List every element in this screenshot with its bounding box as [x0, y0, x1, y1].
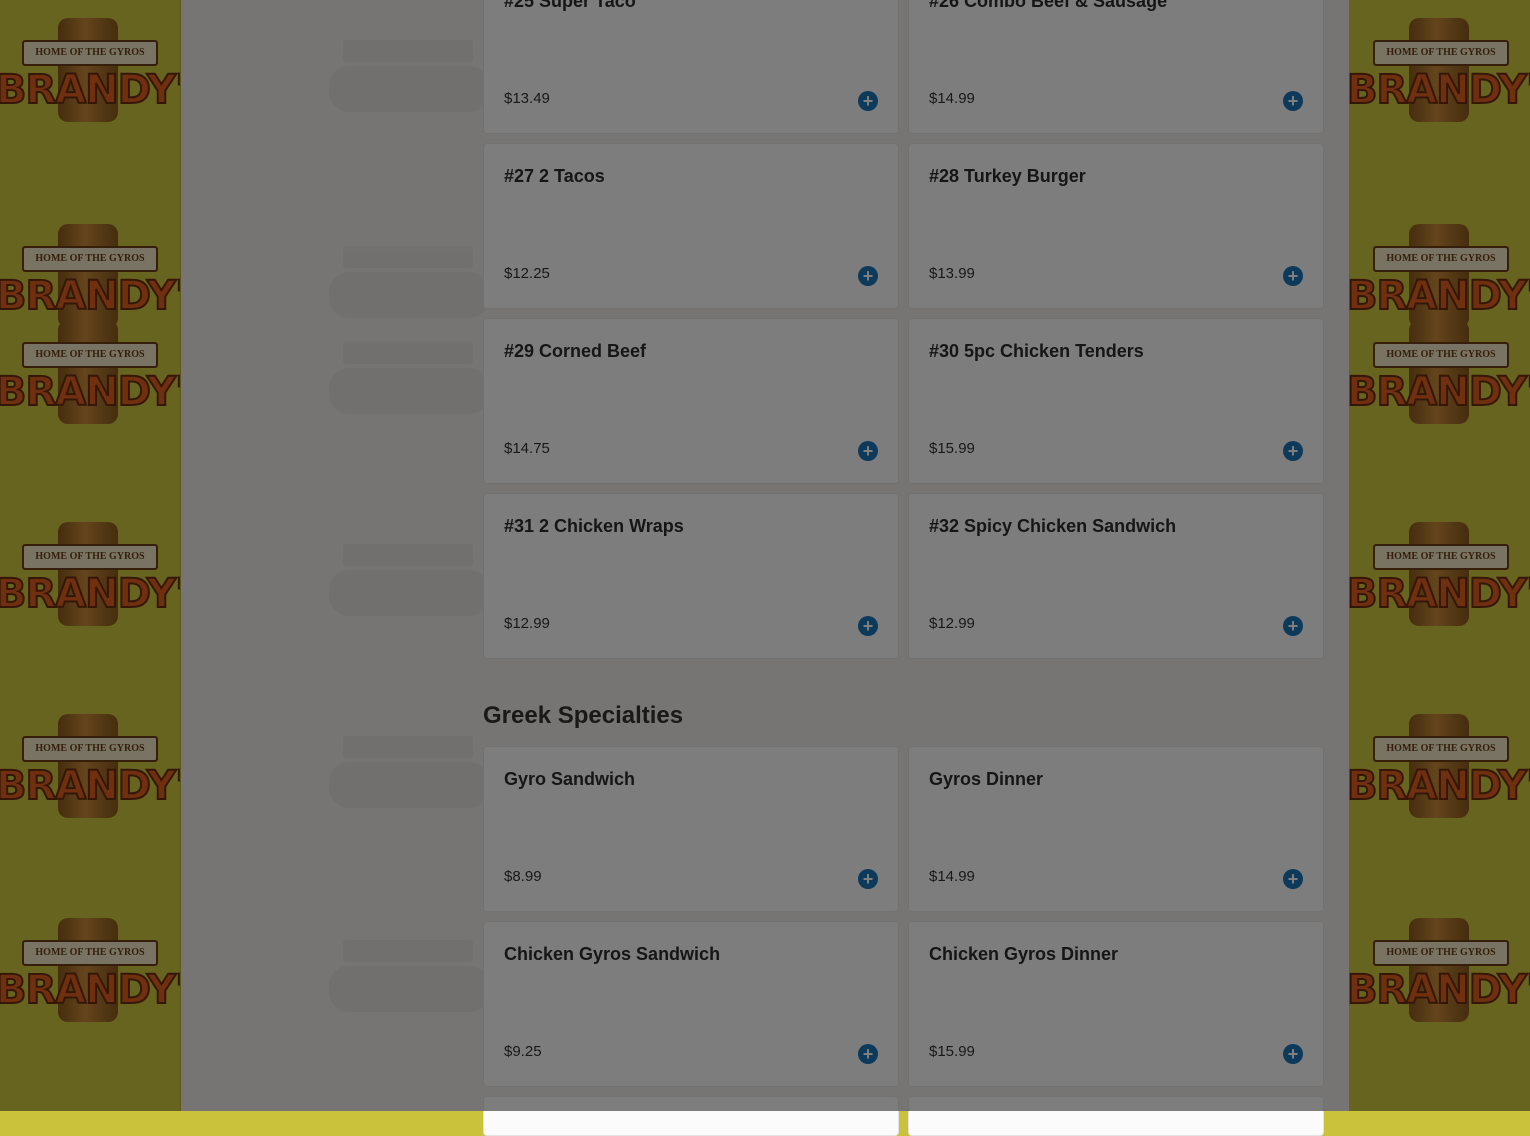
watermark-logo	[329, 716, 489, 826]
logo-banner: HOME OF THE GYROS	[1373, 940, 1509, 966]
menu-item-price: $14.99	[929, 90, 975, 107]
logo-banner: HOME OF THE GYROS	[22, 736, 158, 762]
left-background-pattern: HOME OF THE GYROS BRANDY'S HOME OF THE G…	[0, 0, 181, 1111]
menu-item-card[interactable]	[483, 1096, 899, 1136]
watermark-logo	[329, 322, 489, 432]
logo-wordmark: BRANDY'S	[0, 966, 180, 1014]
menu-item-card[interactable]: #28 Turkey Burger $13.99 +	[908, 143, 1324, 309]
add-item-plus-icon[interactable]: +	[858, 616, 878, 636]
brandys-logo: HOME OF THE GYROS BRANDY'S	[0, 318, 180, 430]
menu-item-price: $12.99	[929, 615, 975, 632]
logo-banner: HOME OF THE GYROS	[22, 544, 158, 570]
logo-banner: HOME OF THE GYROS	[1373, 544, 1509, 570]
brandys-logo: HOME OF THE GYROS BRANDY'S	[0, 16, 180, 128]
logo-wordmark: BRANDY'S	[1348, 272, 1530, 320]
add-item-plus-icon[interactable]: +	[858, 91, 878, 111]
menu-item-price: $12.25	[504, 265, 550, 282]
watermark-logo	[329, 524, 489, 634]
menu-item-price: $15.99	[929, 1043, 975, 1060]
add-item-plus-icon[interactable]: +	[1283, 441, 1303, 461]
logo-wordmark: BRANDY'S	[0, 272, 180, 320]
brandys-logo: HOME OF THE GYROS BRANDY'S	[0, 916, 180, 1028]
menu-item-name: #32 Spicy Chicken Sandwich	[929, 516, 1177, 536]
watermark-logo	[329, 920, 489, 1030]
menu-item-card[interactable]: #29 Corned Beef $14.75 +	[483, 318, 899, 484]
logo-wordmark: BRANDY'S	[1348, 368, 1530, 416]
add-item-plus-icon[interactable]: +	[858, 266, 878, 286]
menu-item-name: #30 5pc Chicken Tenders	[929, 341, 1144, 361]
menu-item-price: $14.75	[504, 440, 550, 457]
menu-item-price: $12.99	[504, 615, 550, 632]
menu-item-card[interactable]	[908, 1096, 1324, 1136]
logo-wordmark: BRANDY'S	[1348, 966, 1530, 1014]
menu-item-card[interactable]: #25 Super Taco $13.49 +	[483, 0, 899, 134]
add-item-plus-icon[interactable]: +	[1283, 266, 1303, 286]
menu-item-name: #27 2 Tacos	[504, 166, 605, 186]
menu-item-name: Gyro Sandwich	[504, 769, 636, 789]
menu-item-card[interactable]: Gyro Sandwich $8.99 +	[483, 746, 899, 912]
menu-item-card[interactable]: #27 2 Tacos $12.25 +	[483, 143, 899, 309]
logo-banner: HOME OF THE GYROS	[1373, 246, 1509, 272]
menu-item-price: $8.99	[504, 868, 542, 885]
logo-wordmark: BRANDY'S	[1348, 570, 1530, 618]
logo-banner: HOME OF THE GYROS	[1373, 40, 1509, 66]
logo-banner: HOME OF THE GYROS	[22, 40, 158, 66]
menu-item-name: #26 Combo Beef & Sausage	[929, 0, 1168, 11]
menu-item-price: $13.99	[929, 265, 975, 282]
menu-item-name: Gyros Dinner	[929, 769, 1044, 789]
right-background-pattern: HOME OF THE GYROS BRANDY'S HOME OF THE G…	[1348, 0, 1530, 1111]
menu-item-price: $14.99	[929, 868, 975, 885]
brandys-logo: HOME OF THE GYROS BRANDY'S	[1348, 318, 1530, 430]
brandys-logo: HOME OF THE GYROS BRANDY'S	[1348, 520, 1530, 632]
logo-banner: HOME OF THE GYROS	[22, 940, 158, 966]
logo-banner: HOME OF THE GYROS	[1373, 342, 1509, 368]
menu-item-price: $15.99	[929, 440, 975, 457]
menu-item-name: #25 Super Taco	[504, 0, 636, 11]
logo-wordmark: BRANDY'S	[1348, 762, 1530, 810]
menu-item-price: $9.25	[504, 1043, 542, 1060]
logo-banner: HOME OF THE GYROS	[22, 342, 158, 368]
watermark-logo	[329, 20, 489, 130]
add-item-plus-icon[interactable]: +	[1283, 1044, 1303, 1064]
brandys-logo: HOME OF THE GYROS BRANDY'S	[1348, 916, 1530, 1028]
menu-item-card[interactable]: #32 Spicy Chicken Sandwich $12.99 +	[908, 493, 1324, 659]
watermark-logo	[329, 226, 489, 336]
logo-wordmark: BRANDY'S	[0, 762, 180, 810]
brandys-logo: HOME OF THE GYROS BRANDY'S	[1348, 16, 1530, 128]
menu-item-card[interactable]: Chicken Gyros Sandwich $9.25 +	[483, 921, 899, 1087]
logo-banner: HOME OF THE GYROS	[22, 246, 158, 272]
add-item-plus-icon[interactable]: +	[1283, 616, 1303, 636]
section-title-greek-specialties: Greek Specialties	[483, 702, 684, 729]
add-item-plus-icon[interactable]: +	[858, 441, 878, 461]
menu-item-name: Chicken Gyros Dinner	[929, 944, 1119, 964]
logo-wordmark: BRANDY'S	[0, 66, 180, 114]
menu-item-card[interactable]: Gyros Dinner $14.99 +	[908, 746, 1324, 912]
brandys-logo: HOME OF THE GYROS BRANDY'S	[1348, 712, 1530, 824]
menu-item-card[interactable]: Chicken Gyros Dinner $15.99 +	[908, 921, 1324, 1087]
menu-item-name: #31 2 Chicken Wraps	[504, 516, 684, 536]
menu-item-name: #29 Corned Beef	[504, 341, 647, 361]
menu-item-card[interactable]: #30 5pc Chicken Tenders $15.99 +	[908, 318, 1324, 484]
logo-wordmark: BRANDY'S	[0, 368, 180, 416]
add-item-plus-icon[interactable]: +	[1283, 91, 1303, 111]
menu-item-card[interactable]: #26 Combo Beef & Sausage $14.99 +	[908, 0, 1324, 134]
brandys-logo: HOME OF THE GYROS BRANDY'S	[0, 520, 180, 632]
brandys-logo: HOME OF THE GYROS BRANDY'S	[0, 712, 180, 824]
logo-wordmark: BRANDY'S	[0, 570, 180, 618]
add-item-plus-icon[interactable]: +	[1283, 869, 1303, 889]
logo-wordmark: BRANDY'S	[1348, 66, 1530, 114]
add-item-plus-icon[interactable]: +	[858, 869, 878, 889]
logo-banner: HOME OF THE GYROS	[1373, 736, 1509, 762]
menu-item-name: #28 Turkey Burger	[929, 166, 1086, 186]
menu-item-card[interactable]: #31 2 Chicken Wraps $12.99 +	[483, 493, 899, 659]
add-item-plus-icon[interactable]: +	[858, 1044, 878, 1064]
menu-item-price: $13.49	[504, 90, 550, 107]
menu-item-name: Chicken Gyros Sandwich	[504, 944, 721, 964]
